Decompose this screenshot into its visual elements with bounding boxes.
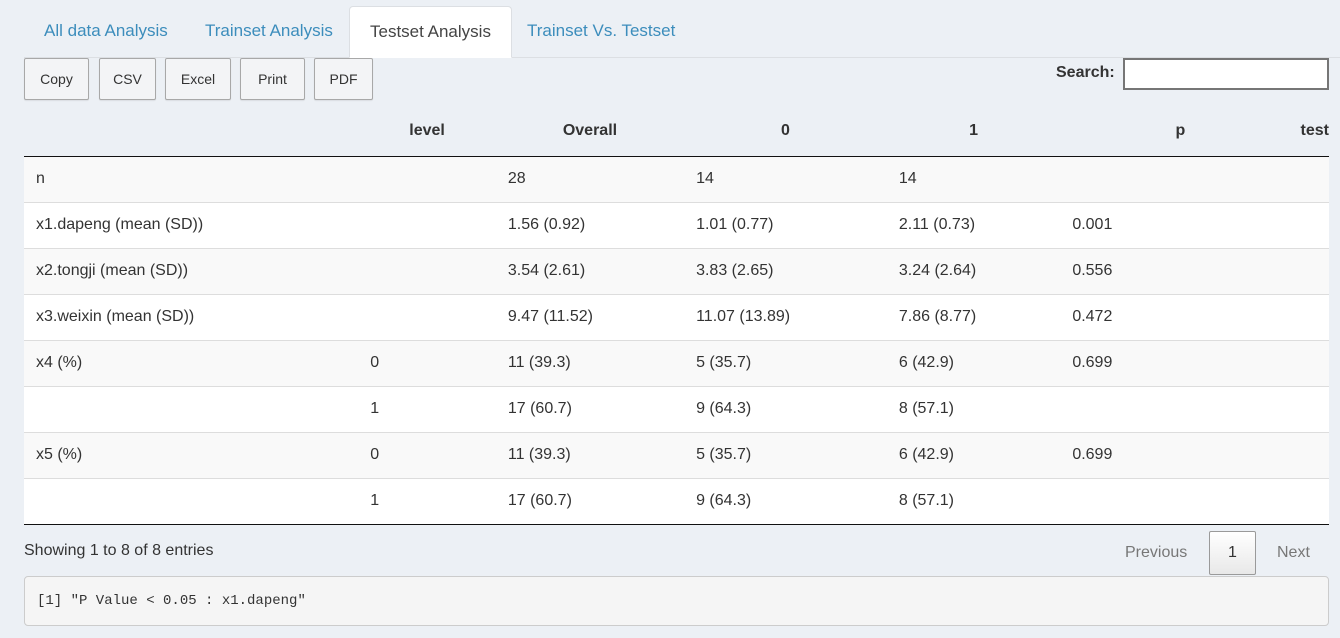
table-cell [24,477,359,525]
pagination-previous-button[interactable]: Previous [1125,544,1187,562]
table-cell: 0.699 [1060,431,1301,478]
table-cell: 8 (57.1) [886,385,1061,432]
results-table: level Overall 0 1 p test n 28 14 14 x1.d… [24,106,1329,525]
tab-bar: All data Analysis Trainset Analysis Test… [24,6,1340,58]
copy-button[interactable]: Copy [24,58,89,100]
print-button[interactable]: Print [240,58,305,100]
excel-button[interactable]: Excel [165,58,231,100]
table-cell: 17 (60.7) [495,385,685,432]
table-cell [1060,156,1300,202]
table-cell: 7.86 (8.77) [886,293,1061,340]
column-header-test[interactable]: test [1300,106,1329,157]
table-row: x1.dapeng (mean (SD)) 1.56 (0.92) 1.01 (… [24,201,1329,248]
table-cell: 1 [358,477,496,525]
table-cell: 14 [696,170,714,187]
table-cell: 0 [358,339,496,386]
table-cell: x4 (%) [24,339,359,386]
table-cell [358,247,496,294]
table-cell: 11 (39.3) [495,431,685,478]
table-cell: 9.47 (11.52) [495,293,685,340]
table-cell: 6 (42.9) [886,339,1061,386]
table-cell [358,201,496,248]
table-cell: x1.dapeng (mean (SD)) [24,201,359,248]
tab-testset-analysis[interactable]: Testset Analysis [349,6,512,58]
csv-button[interactable]: CSV [99,58,156,100]
table-info: Showing 1 to 8 of 8 entries [24,542,214,559]
table-cell: 8 (57.1) [886,477,1061,525]
pdf-button[interactable]: PDF [314,58,373,100]
table-cell: 28 [507,170,526,187]
table-row: x5 (%) 0 11 (39.3) 5 (35.7) 6 (42.9) 0.6… [24,431,1329,478]
table-cell [24,385,359,432]
table-cell [1300,339,1329,386]
table-cell: 17 (60.7) [495,477,685,525]
table-cell: 0.699 [1060,339,1301,386]
column-header-level[interactable]: level [358,106,496,157]
table-cell [358,156,496,202]
table-cell: 3.83 (2.65) [684,247,887,294]
table-cell [1300,431,1329,478]
table-cell: 11 (39.3) [495,339,685,386]
column-header-variable[interactable] [24,106,359,157]
column-header-1[interactable]: 1 [886,106,1061,157]
table-row: 1 17 (60.7) 9 (64.3) 8 (57.1) [24,385,1329,432]
table-cell: 9 (64.3) [684,385,887,432]
table-cell: 6 (42.9) [886,431,1061,478]
table-row: x3.weixin (mean (SD)) 9.47 (11.52) 11.07… [24,293,1329,340]
tab-trainset-analysis[interactable]: Trainset Analysis [185,6,353,58]
column-header-p[interactable]: p [1060,106,1301,157]
table-cell: 9 (64.3) [684,477,887,525]
table-cell: 0.001 [1060,201,1301,248]
table-row: n 28 14 14 [24,156,1329,202]
results-table-container: level Overall 0 1 p test n 28 14 14 x1.d… [24,106,1329,525]
table-cell: 0.472 [1060,293,1301,340]
table-cell [1300,477,1329,525]
table-cell [1060,477,1301,525]
table-cell [1301,156,1329,202]
table-row: x4 (%) 0 11 (39.3) 5 (35.7) 6 (42.9) 0.6… [24,339,1329,386]
table-cell: 3.54 (2.61) [495,247,685,294]
column-header-0[interactable]: 0 [684,106,887,157]
table-cell [1300,247,1329,294]
table-cell: 2.11 (0.73) [886,201,1061,248]
table-cell: 5 (35.7) [684,339,887,386]
table-row: x2.tongji (mean (SD)) 3.54 (2.61) 3.83 (… [24,247,1329,294]
table-cell [1060,385,1301,432]
column-header-overall[interactable]: Overall [495,106,685,157]
tab-trainset-vs-testset[interactable]: Trainset Vs. Testset [507,6,695,58]
table-cell [1300,293,1329,340]
table-body: n 28 14 14 x1.dapeng (mean (SD)) 1.56 (0… [24,156,1329,525]
table-cell: 1 [358,385,496,432]
search-label: Search: [1056,64,1115,81]
console-output: [1] "P Value < 0.05 : x1.dapeng" [24,576,1329,626]
table-cell: 1.01 (0.77) [684,201,887,248]
table-cell: 11.07 (13.89) [684,293,887,340]
table-cell: 14 [898,170,917,187]
table-cell: 3.24 (2.64) [886,247,1061,294]
pagination-page-button[interactable]: 1 [1209,531,1256,575]
table-header-row: level Overall 0 1 p test [24,106,1329,157]
table-cell [1300,201,1329,248]
table-cell: 5 (35.7) [684,431,887,478]
search-input[interactable] [1123,58,1329,90]
table-cell: x5 (%) [24,431,359,478]
table-cell [358,293,496,340]
pagination-next-button[interactable]: Next [1277,544,1310,562]
table-cell: 0 [358,431,496,478]
table-cell: x2.tongji (mean (SD)) [24,247,359,294]
table-cell [1300,385,1329,432]
table-cell: 1.56 (0.92) [495,201,685,248]
table-cell: x3.weixin (mean (SD)) [24,293,359,340]
tab-all-data-analysis[interactable]: All data Analysis [24,6,188,58]
table-cell: 0.556 [1060,247,1301,294]
table-row: 1 17 (60.7) 9 (64.3) 8 (57.1) [24,477,1329,525]
table-cell: n [36,170,45,187]
